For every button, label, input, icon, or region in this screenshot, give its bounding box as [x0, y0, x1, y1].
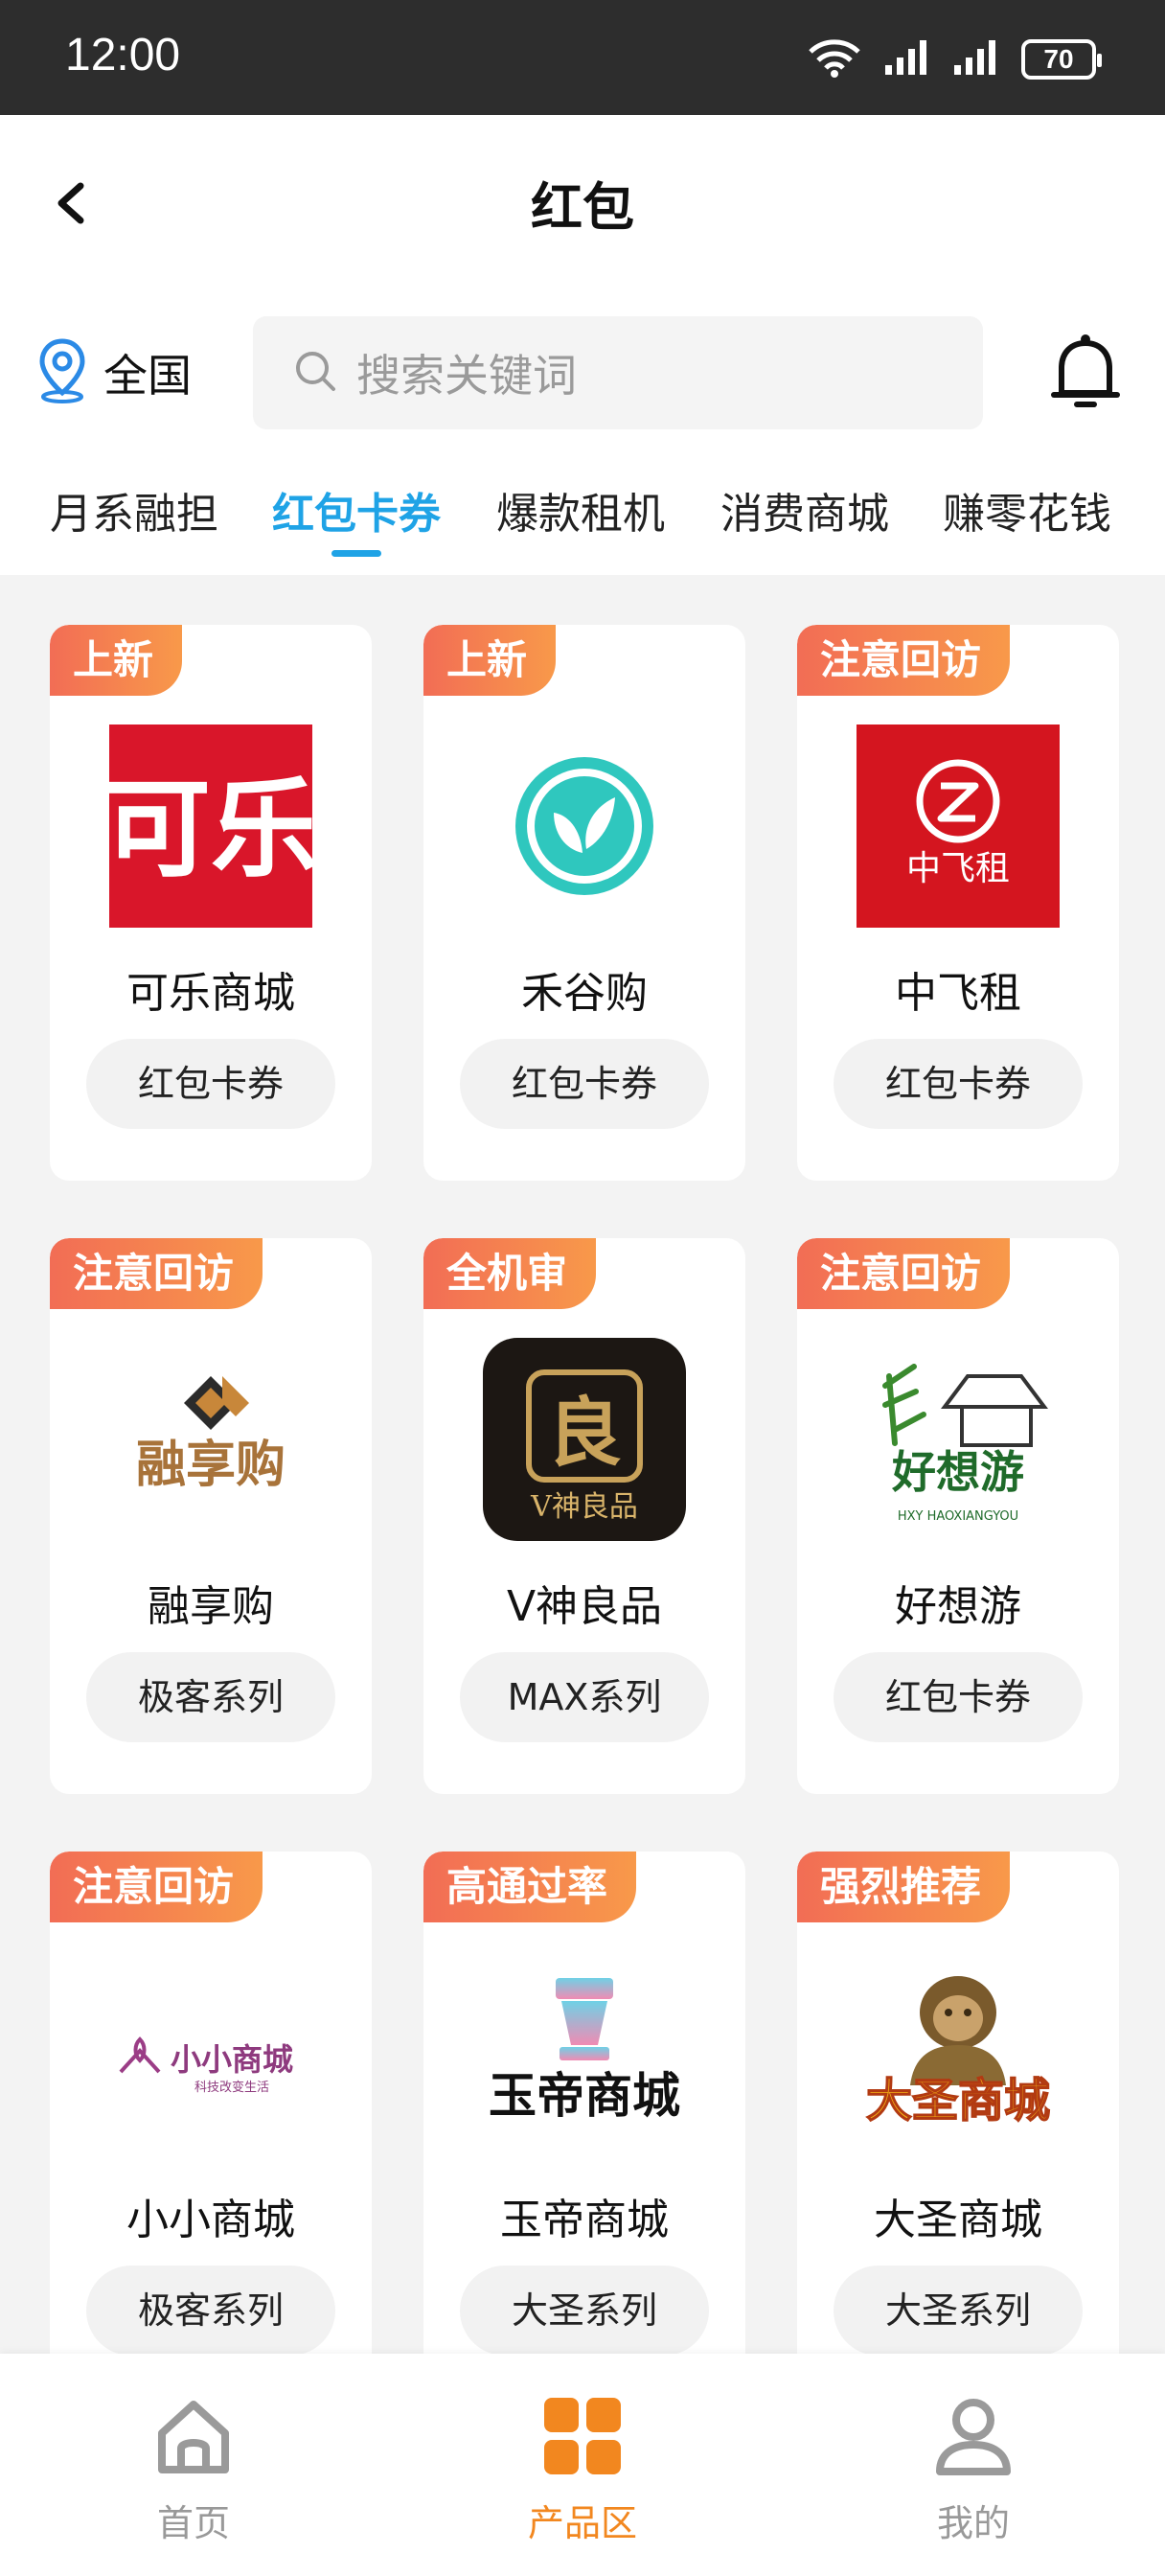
product-badge: 注意回访 — [50, 1238, 263, 1309]
leaf-logo — [483, 724, 686, 928]
search-icon — [293, 349, 337, 397]
nav-profile[interactable]: 我的 — [868, 2388, 1079, 2546]
product-badge: 注意回访 — [797, 625, 1011, 696]
notification-bell-icon[interactable] — [1050, 332, 1121, 418]
yudi-logo: 玉帝商城 — [483, 1951, 686, 2154]
product-card[interactable]: 注意回访 融享购 融享购 极客系列 — [50, 1238, 372, 1794]
product-name: 中飞租 — [895, 969, 1021, 1018]
product-badge: 上新 — [50, 625, 183, 696]
active-tab-indicator — [331, 550, 381, 557]
product-card[interactable]: 注意回访 好想游 HXY HAOXIANGYOU 好想游 红包卡券 — [797, 1238, 1119, 1794]
product-tag[interactable]: 大圣系列 — [834, 2266, 1083, 2354]
product-tag[interactable]: 红包卡券 — [834, 1039, 1083, 1129]
status-time: 12:00 — [65, 30, 181, 80]
svg-text:HXY HAOXIANGYOU: HXY HAOXIANGYOU — [898, 1509, 1018, 1524]
svg-text:良: 良 — [547, 1390, 622, 1477]
product-tag[interactable]: 极客系列 — [86, 2266, 335, 2354]
location-pin-icon — [36, 337, 88, 408]
product-card[interactable]: 全机审 良 V神良品 V神良品 MAX系列 — [423, 1238, 745, 1794]
tab-hongbao-kaquan[interactable]: 红包卡券 — [272, 479, 441, 557]
product-name: 融享购 — [148, 1582, 274, 1631]
xiaoxiao-logo: 小小商城科技改变生活 — [109, 1951, 312, 2154]
svg-text:V神良品: V神良品 — [530, 1490, 638, 1524]
product-badge: 全机审 — [423, 1238, 597, 1309]
svg-text:玉帝商城: 玉帝商城 — [489, 2067, 680, 2124]
nav-home-label: 首页 — [156, 2502, 230, 2544]
product-name: 玉帝商城 — [500, 2196, 669, 2244]
product-name: V神良品 — [506, 1582, 663, 1631]
search-placeholder: 搜索关键词 — [356, 350, 577, 402]
svg-text:小小商城: 小小商城 — [171, 2041, 293, 2078]
product-tag[interactable]: MAX系列 — [460, 1652, 709, 1742]
tab-yuexi-rongdan[interactable]: 月系融担 — [50, 479, 218, 540]
product-name: 好想游 — [895, 1582, 1021, 1631]
grid-icon — [477, 2388, 688, 2484]
page-title: 红包 — [531, 177, 634, 238]
vshen-logo: 良 V神良品 — [483, 1338, 686, 1541]
product-tag[interactable]: 极客系列 — [86, 1652, 335, 1742]
tab-xiaofei-shangcheng[interactable]: 消费商城 — [720, 479, 889, 540]
user-icon — [868, 2388, 1079, 2484]
haoxiangyou-logo: 好想游 HXY HAOXIANGYOU — [857, 1338, 1060, 1541]
bottom-navigation: 首页 产品区 我的 — [0, 2354, 1165, 2576]
category-tabs: 月系融担 红包卡券 爆款租机 消费商城 赚零花钱 — [0, 479, 1165, 575]
svg-text:科技改变生活: 科技改变生活 — [194, 2080, 269, 2095]
nav-products-label: 产品区 — [527, 2502, 637, 2544]
battery-indicator: 70 — [1021, 39, 1102, 80]
signal-icon — [883, 38, 931, 80]
svg-text:可乐: 可乐 — [109, 768, 312, 892]
svg-text:大圣商城: 大圣商城 — [866, 2074, 1050, 2128]
product-name: 小小商城 — [126, 2196, 295, 2244]
product-card[interactable]: 强烈推荐 大圣商城 大圣商城 大圣系列 — [797, 1852, 1119, 2354]
dasheng-logo: 大圣商城 — [857, 1951, 1060, 2154]
product-badge: 上新 — [423, 625, 557, 696]
nav-home[interactable]: 首页 — [88, 2388, 299, 2546]
product-name: 禾谷购 — [521, 969, 648, 1018]
home-icon — [88, 2388, 299, 2484]
product-card[interactable]: 高通过率 玉帝商城 玉帝商城 大圣系列 — [423, 1852, 745, 2354]
product-grid: 上新 可乐 可乐商城 红包卡券 上新 禾谷购 红包卡券 注意回访 中飞租 中飞租… — [0, 575, 1165, 2354]
signal-icon — [952, 38, 1000, 80]
search-input[interactable]: 搜索关键词 — [253, 316, 983, 429]
svg-text:融享购: 融享购 — [136, 1437, 286, 1494]
tab-zhuan-linghuaqian[interactable]: 赚零花钱 — [943, 479, 1111, 540]
product-badge: 强烈推荐 — [797, 1852, 1011, 1922]
product-card[interactable]: 上新 禾谷购 红包卡券 — [423, 625, 745, 1181]
product-name: 可乐商城 — [126, 969, 295, 1018]
kele-logo: 可乐 — [109, 724, 312, 928]
wifi-icon — [807, 36, 862, 82]
svg-text:好想游: 好想游 — [891, 1446, 1024, 1498]
product-badge: 高通过率 — [423, 1852, 637, 1922]
product-badge: 注意回访 — [50, 1852, 263, 1922]
tab-baokuan-zuji[interactable]: 爆款租机 — [496, 479, 665, 540]
product-card[interactable]: 注意回访 小小商城 科技改变生活 小小商城 极客系列 — [50, 1852, 372, 2354]
product-tag[interactable]: 红包卡券 — [460, 1039, 709, 1129]
rongxianggou-logo: 融享购 — [109, 1338, 312, 1541]
header: 红包 全国 搜索关键词 月系融担 红包卡券 爆款租机 消费商城 赚零花钱 — [0, 115, 1165, 575]
status-bar: 12:00 70 — [0, 0, 1165, 115]
product-badge: 注意回访 — [797, 1238, 1011, 1309]
product-tag[interactable]: 红包卡券 — [86, 1039, 335, 1129]
product-tag[interactable]: 大圣系列 — [460, 2266, 709, 2354]
product-tag[interactable]: 红包卡券 — [834, 1652, 1083, 1742]
zhongfeizu-logo: 中飞租 — [857, 724, 1060, 928]
location-label: 全国 — [103, 350, 192, 402]
location-selector[interactable]: 全国 — [36, 337, 192, 408]
product-name: 大圣商城 — [874, 2196, 1042, 2244]
product-card[interactable]: 注意回访 中飞租 中飞租 红包卡券 — [797, 625, 1119, 1181]
nav-products[interactable]: 产品区 — [477, 2388, 688, 2546]
nav-profile-label: 我的 — [936, 2502, 1010, 2544]
svg-text:中飞租: 中飞租 — [906, 849, 1010, 888]
product-card[interactable]: 上新 可乐 可乐商城 红包卡券 — [50, 625, 372, 1181]
